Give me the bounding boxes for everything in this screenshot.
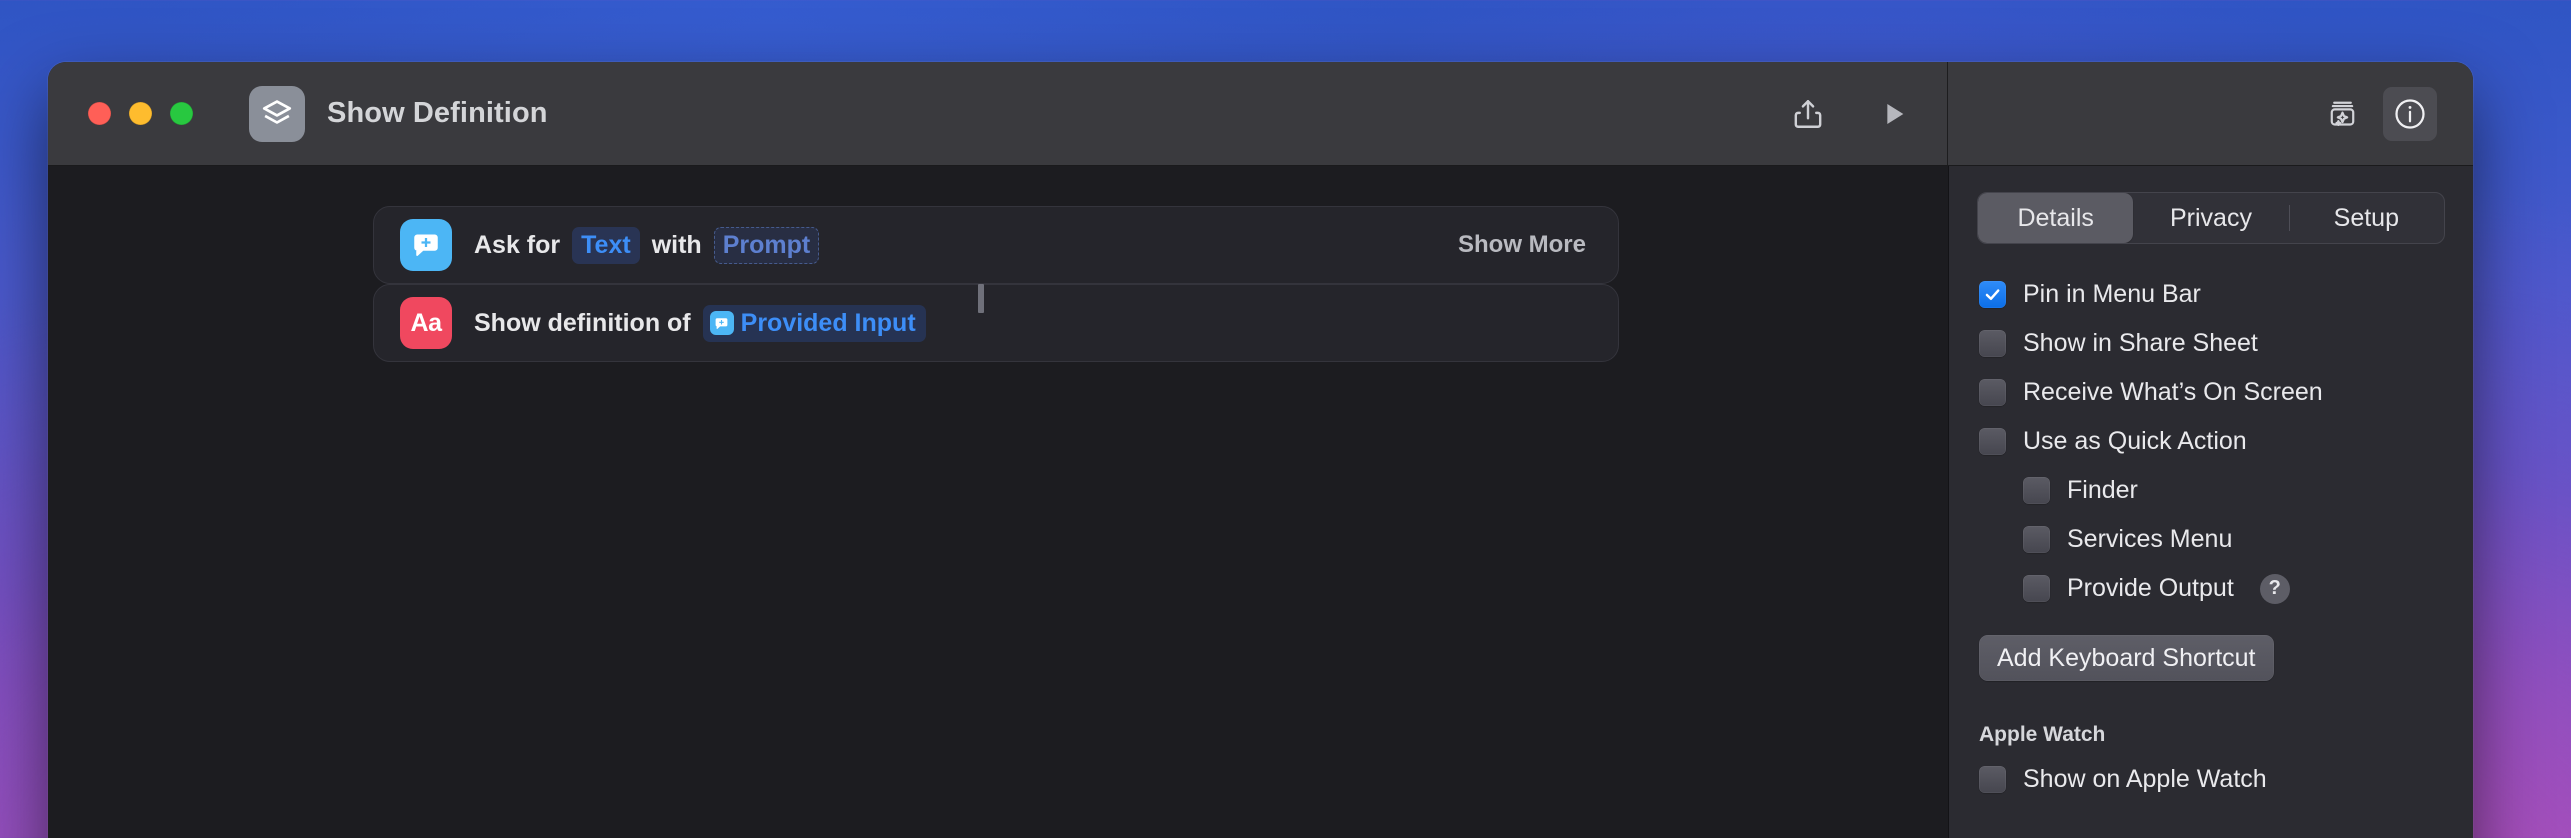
option-show-on-apple-watch[interactable]: Show on Apple Watch [1979, 755, 2443, 804]
action-1-token-prompt[interactable]: Prompt [713, 226, 820, 264]
checkbox-show-on-apple-watch[interactable] [1979, 766, 2006, 793]
sidebar-tab-bar: Details Privacy Setup [1977, 192, 2445, 244]
share-button[interactable] [1781, 87, 1835, 141]
tab-privacy[interactable]: Privacy [2133, 193, 2288, 243]
option-label-provide-output: Provide Output [2067, 574, 2234, 602]
action-card-ask-for-input[interactable]: Ask for Text with Prompt Show More [373, 206, 1619, 284]
minimize-button[interactable] [129, 102, 152, 125]
option-use-as-quick-action[interactable]: Use as Quick Action [1979, 417, 2443, 466]
apple-watch-options-list: Show on Apple Watch [1949, 755, 2473, 804]
option-label-show-in-share-sheet: Show in Share Sheet [2023, 329, 2258, 357]
checkbox-show-in-share-sheet[interactable] [1979, 330, 2006, 357]
option-finder[interactable]: Finder [1979, 466, 2443, 515]
checkbox-pin-in-menu-bar[interactable] [1979, 281, 2006, 308]
run-button[interactable] [1867, 87, 1921, 141]
action-2-token-provided-input[interactable]: Provided Input [702, 304, 926, 342]
text-aa-icon: Aa [400, 297, 452, 349]
zoom-button[interactable] [170, 102, 193, 125]
option-provide-output[interactable]: Provide Output ? [1979, 564, 2443, 613]
action-1-part-0: Ask for [474, 230, 561, 259]
titlebar-inspector-section [1948, 62, 2473, 165]
shortcut-glyph-icon[interactable] [249, 85, 305, 142]
action-1-part-2: with [651, 230, 702, 259]
shortcut-canvas: Ask for Text with Prompt Show More Aa Sh… [48, 166, 1948, 838]
shortcuts-window: Show Definition Ask for Text with Prompt… [48, 62, 2473, 838]
window-titlebar: Show Definition [48, 62, 2473, 166]
icon-picker-button[interactable] [2315, 87, 2369, 141]
action-flow: Ask for Text with Prompt Show More Aa Sh… [373, 206, 1619, 362]
provided-input-bubble-icon [709, 311, 734, 335]
checkbox-provide-output[interactable] [2023, 575, 2050, 602]
option-services-menu[interactable]: Services Menu [1979, 515, 2443, 564]
checkbox-receive-whats-on-screen[interactable] [1979, 379, 2006, 406]
show-more-button[interactable]: Show More [1458, 231, 1592, 259]
checkbox-use-as-quick-action[interactable] [1979, 428, 2006, 455]
text-aa-icon-label: Aa [410, 308, 442, 337]
option-label-finder: Finder [2067, 476, 2138, 504]
action-2-part-0: Show definition of [474, 308, 691, 337]
tab-details[interactable]: Details [1978, 193, 2134, 243]
traffic-lights [88, 102, 193, 125]
details-options-list: Pin in Menu Bar Show in Share Sheet Rece… [1949, 270, 2473, 613]
checkbox-finder[interactable] [2023, 477, 2050, 504]
apple-watch-section-title: Apple Watch [1979, 723, 2106, 746]
option-label-use-as-quick-action: Use as Quick Action [2023, 427, 2247, 455]
checkbox-services-menu[interactable] [2023, 526, 2050, 553]
tab-setup[interactable]: Setup [2288, 193, 2444, 243]
ask-for-input-bubble-icon [400, 219, 452, 271]
titlebar-main-section: Show Definition [48, 62, 1948, 165]
add-keyboard-shortcut-button[interactable]: Add Keyboard Shortcut [1979, 635, 2274, 681]
option-show-in-share-sheet[interactable]: Show in Share Sheet [1979, 319, 2443, 368]
action-2-text: Show definition of Provided Input [474, 304, 929, 342]
details-sidebar: Details Privacy Setup Pin in Menu Bar Sh… [1948, 166, 2473, 838]
option-receive-whats-on-screen[interactable]: Receive What’s On Screen [1979, 368, 2443, 417]
action-card-show-definition[interactable]: Aa Show definition of Provided Input [373, 284, 1619, 362]
info-button[interactable] [2383, 86, 2437, 141]
provided-input-label: Provided Input [740, 308, 916, 337]
action-1-text: Ask for Text with Prompt [474, 226, 822, 264]
provide-output-help-button[interactable]: ? [2259, 573, 2290, 604]
option-label-services-menu: Services Menu [2067, 525, 2233, 553]
page-title: Show Definition [327, 97, 548, 129]
option-label-show-on-apple-watch: Show on Apple Watch [2023, 765, 2267, 793]
option-label-receive-whats-on-screen: Receive What’s On Screen [2023, 378, 2323, 406]
action-connector-line [978, 284, 984, 313]
option-label-pin-in-menu-bar: Pin in Menu Bar [2023, 280, 2201, 308]
option-pin-in-menu-bar[interactable]: Pin in Menu Bar [1979, 270, 2443, 319]
action-1-token-text[interactable]: Text [572, 226, 640, 264]
close-button[interactable] [88, 102, 111, 125]
